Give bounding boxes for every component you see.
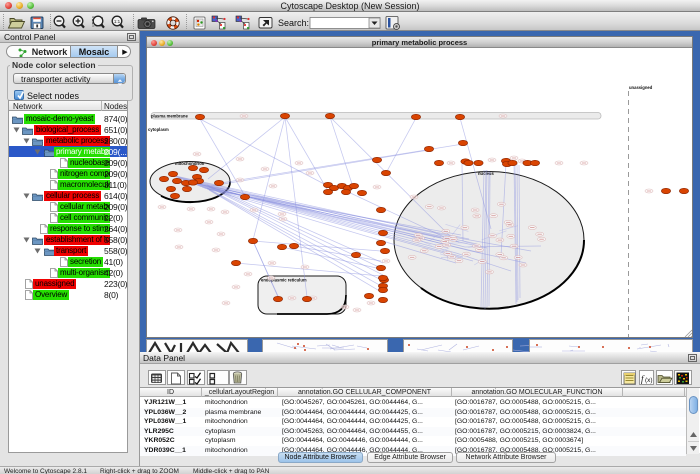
svg-text:plasma membrane: plasma membrane (151, 114, 188, 119)
svg-text:mitochondrion: mitochondrion (175, 161, 205, 166)
svg-text:cytoplasm: cytoplasm (148, 127, 169, 132)
svg-text:Search:: Search: (278, 18, 309, 28)
svg-text:1:1: 1:1 (114, 19, 121, 24)
svg-text:(x): (x) (645, 377, 653, 384)
svg-text:unassigned: unassigned (629, 85, 653, 90)
